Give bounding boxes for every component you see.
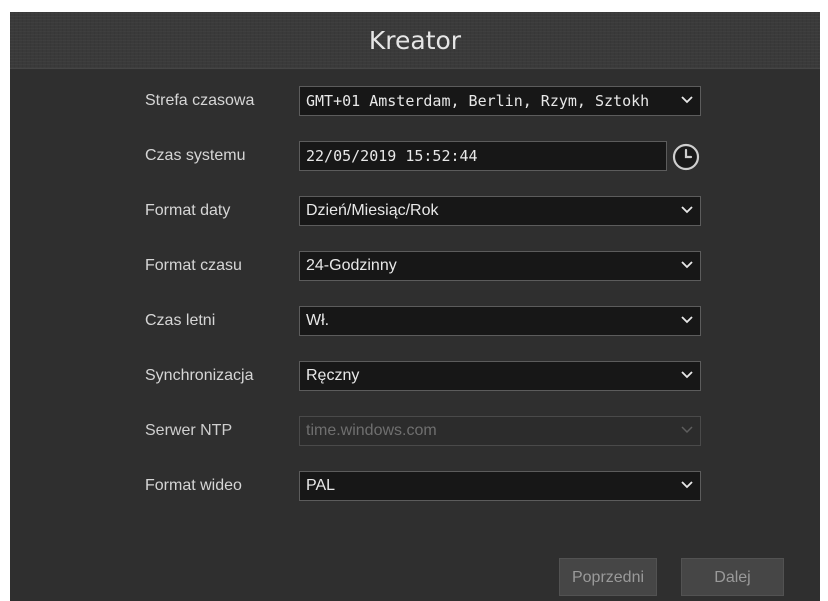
- chevron-down-icon: [681, 371, 693, 379]
- chevron-down-icon: [681, 426, 693, 434]
- time-format-select[interactable]: 24-Godzinny: [299, 251, 701, 281]
- chevron-down-icon: [681, 206, 693, 214]
- dst-select[interactable]: Wł.: [299, 306, 701, 336]
- ntp-server-label: Serwer NTP: [145, 422, 233, 439]
- wizard-window: Kreator Strefa czasowa GMT+01 Amsterdam,…: [10, 12, 820, 601]
- clock-button[interactable]: [671, 142, 701, 172]
- chevron-down-icon: [681, 261, 693, 269]
- dst-value: Wł.: [306, 312, 330, 329]
- date-format-value: Dzień/Miesiąc/Rok: [306, 202, 439, 219]
- clock-icon: [672, 143, 700, 171]
- ntp-server-value: time.windows.com: [306, 422, 437, 439]
- system-time-input[interactable]: 22/05/2019 15:52:44: [299, 141, 667, 171]
- chevron-down-icon: [681, 96, 693, 104]
- title-bar: Kreator: [10, 12, 820, 69]
- date-format-select[interactable]: Dzień/Miesiąc/Rok: [299, 196, 701, 226]
- video-format-select[interactable]: PAL: [299, 471, 701, 501]
- video-format-value: PAL: [306, 477, 336, 494]
- time-format-value: 24-Godzinny: [306, 257, 397, 274]
- system-time-label: Czas systemu: [145, 147, 246, 164]
- sync-value: Ręczny: [306, 367, 360, 384]
- sync-select[interactable]: Ręczny: [299, 361, 701, 391]
- timezone-value: GMT+01 Amsterdam, Berlin, Rzym, Sztokh: [306, 92, 650, 110]
- next-button[interactable]: Dalej: [681, 558, 784, 596]
- sync-label: Synchronizacja: [145, 367, 254, 384]
- window-title: Kreator: [368, 26, 462, 55]
- dst-label: Czas letni: [145, 312, 216, 329]
- time-format-label: Format czasu: [145, 257, 242, 274]
- ntp-server-select[interactable]: time.windows.com: [299, 416, 701, 446]
- video-format-label: Format wideo: [145, 477, 242, 494]
- chevron-down-icon: [681, 316, 693, 324]
- date-format-label: Format daty: [145, 202, 231, 219]
- timezone-select[interactable]: GMT+01 Amsterdam, Berlin, Rzym, Sztokh: [299, 86, 701, 116]
- system-time-value: 22/05/2019 15:52:44: [306, 147, 478, 165]
- chevron-down-icon: [681, 481, 693, 489]
- timezone-label: Strefa czasowa: [145, 92, 255, 109]
- previous-button[interactable]: Poprzedni: [559, 558, 657, 596]
